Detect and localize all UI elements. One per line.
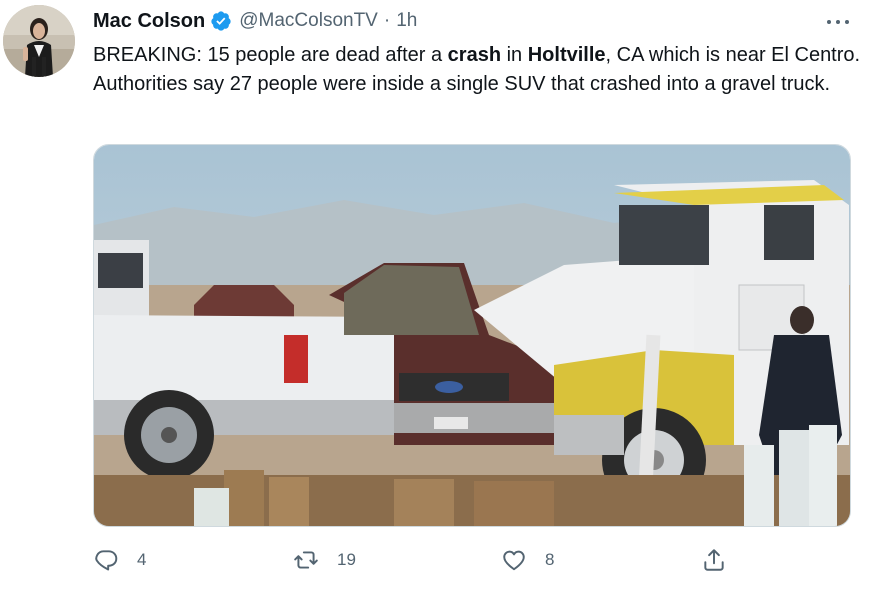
tweet-media-photo[interactable] [93, 144, 851, 527]
like-count: 8 [545, 550, 555, 569]
author-name[interactable]: Mac Colson [93, 10, 205, 33]
author-handle[interactable]: @MacColsonTV [239, 10, 378, 32]
tweet-text-bold: crash [447, 44, 502, 66]
separator-dot: · [383, 10, 391, 31]
reply-button[interactable]: 4 [93, 542, 146, 578]
tweet[interactable]: Mac Colson @MacColsonTV · 1h BREAKING: 1… [0, 0, 872, 600]
more-options-icon[interactable] [824, 12, 852, 32]
avatar[interactable] [3, 5, 75, 77]
tweet-header: Mac Colson @MacColsonTV · 1h [93, 8, 417, 34]
reply-icon [95, 550, 118, 571]
reply-count: 4 [137, 550, 147, 569]
tweet-text-part: BREAKING: 15 people are dead after a [93, 44, 448, 66]
tweet-text-bold: Holtville [527, 44, 606, 66]
tweet-text: BREAKING: 15 people are dead after a cra… [93, 41, 863, 98]
tweet-actions: 4 19 8 [93, 542, 743, 578]
tweet-timestamp[interactable]: 1h [396, 10, 417, 32]
like-button[interactable]: 8 [501, 542, 554, 578]
share-button[interactable] [701, 542, 727, 578]
share-icon [704, 549, 724, 571]
retweet-icon [294, 551, 318, 569]
retweet-button[interactable]: 19 [293, 542, 356, 578]
heart-icon [503, 550, 525, 571]
retweet-count: 19 [337, 550, 356, 569]
verified-badge-icon [210, 10, 232, 32]
tweet-text-part: in [501, 44, 528, 66]
